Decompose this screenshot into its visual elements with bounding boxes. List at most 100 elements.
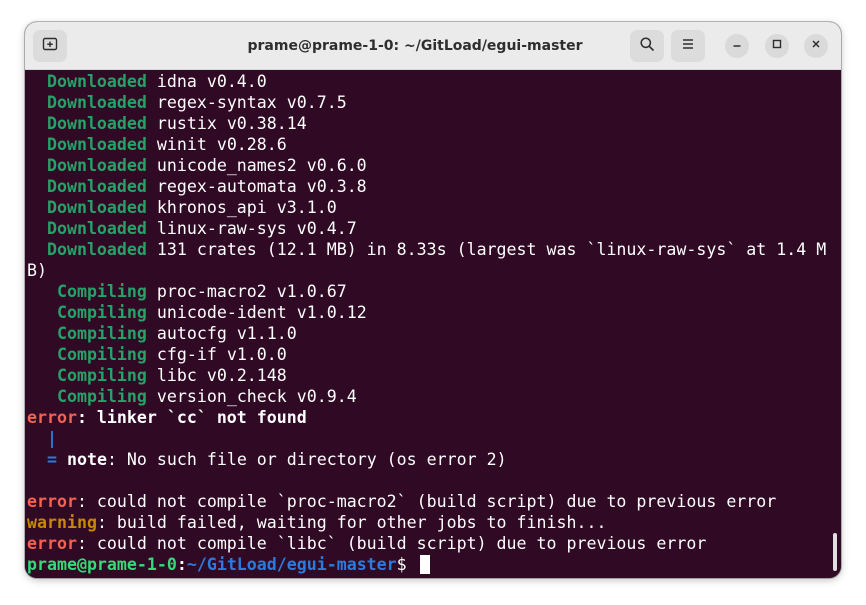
- terminal-text: Compiling: [56, 282, 147, 301]
- close-icon: [810, 37, 822, 55]
- scrollbar[interactable]: [833, 533, 837, 571]
- terminal-text: winit v0.28.6: [146, 135, 287, 154]
- prompt-path: ~/GitLoad/egui-master: [186, 555, 397, 574]
- search-icon: [639, 36, 655, 57]
- terminal-line: Compiling autocfg v1.1.0: [27, 323, 826, 344]
- terminal-text: Compiling: [56, 387, 147, 406]
- terminal-line: Downloaded regex-automata v0.3.8: [27, 176, 826, 197]
- terminal-text: : No such file or directory (os error 2): [106, 450, 507, 469]
- terminal-text: Compiling: [56, 303, 147, 322]
- terminal-line: Downloaded idna v0.4.0: [27, 71, 826, 92]
- terminal-line: = note: No such file or directory (os er…: [27, 449, 826, 470]
- terminal-text: Compiling: [56, 345, 147, 364]
- terminal-text: regex-syntax v0.7.5: [146, 93, 347, 112]
- terminal-text: error: [27, 492, 77, 511]
- terminal-line: Downloaded khronos_api v3.1.0: [27, 197, 826, 218]
- terminal-text: : could not compile `proc-macro2` (build…: [76, 492, 777, 511]
- terminal-line: error: could not compile `libc` (build s…: [27, 533, 826, 554]
- new-tab-icon: [42, 36, 58, 57]
- terminal-line: error: linker `cc` not found: [27, 407, 826, 428]
- hamburger-menu-icon: [680, 36, 696, 57]
- terminal-text: warning: [27, 513, 97, 532]
- terminal-text: error: [27, 408, 77, 427]
- maximize-icon: [771, 37, 783, 55]
- terminal-line: B): [27, 260, 826, 281]
- prompt-symbol: $: [396, 555, 417, 574]
- terminal-line: Compiling libc v0.2.148: [27, 365, 826, 386]
- terminal-text: unicode-ident v1.0.12: [146, 303, 367, 322]
- terminal-text: version_check v0.9.4: [146, 387, 357, 406]
- terminal-text: : could not compile `libc` (build script…: [76, 534, 707, 553]
- terminal-line: error: could not compile `proc-macro2` (…: [27, 491, 826, 512]
- terminal-text: Downloaded: [46, 72, 147, 91]
- search-button[interactable]: [630, 30, 664, 62]
- terminal-text: Downloaded: [46, 198, 147, 217]
- terminal-line: Downloaded unicode_names2 v0.6.0: [27, 155, 826, 176]
- terminal-line: warning: build failed, waiting for other…: [27, 512, 826, 533]
- terminal-text: error: [27, 534, 77, 553]
- terminal-text: Compiling: [56, 366, 147, 385]
- terminal-text: Downloaded: [46, 93, 147, 112]
- terminal-text: autocfg v1.1.0: [146, 324, 297, 343]
- terminal-text: cfg-if v1.0.0: [146, 345, 287, 364]
- title-bar[interactable]: prame@prame-1-0: ~/GitLoad/egui-master: [25, 22, 841, 70]
- minimize-icon: [731, 37, 743, 55]
- terminal-text: proc-macro2 v1.0.67: [146, 282, 347, 301]
- terminal-line: Compiling proc-macro2 v1.0.67: [27, 281, 826, 302]
- maximize-button[interactable]: [765, 34, 789, 58]
- terminal-text: Downloaded: [46, 240, 147, 259]
- terminal-text: Compiling: [56, 324, 147, 343]
- terminal-text: khronos_api v3.1.0: [146, 198, 337, 217]
- prompt-line: prame@prame-1-0:~/GitLoad/egui-master$: [27, 554, 826, 575]
- new-tab-button[interactable]: [33, 30, 67, 62]
- terminal-text: rustix v0.38.14: [146, 114, 307, 133]
- terminal-text: Downloaded: [46, 156, 147, 175]
- terminal-text: |: [46, 429, 57, 448]
- terminal-text: Downloaded: [46, 135, 147, 154]
- terminal-line: Downloaded linux-raw-sys v0.4.7: [27, 218, 826, 239]
- terminal-line: |: [27, 428, 826, 449]
- close-button[interactable]: [804, 34, 828, 58]
- terminal-lines: Downloaded idna v0.4.0 Downloaded regex-…: [27, 71, 826, 575]
- terminal-line: Downloaded regex-syntax v0.7.5: [27, 92, 826, 113]
- minimize-button[interactable]: [725, 34, 749, 58]
- prompt-user-host: prame@prame-1-0: [27, 555, 177, 574]
- terminal-text: idna v0.4.0: [146, 72, 267, 91]
- terminal-text: 131 crates (12.1 MB) in 8.33s (largest w…: [146, 240, 827, 259]
- terminal-text: unicode_names2 v0.6.0: [146, 156, 367, 175]
- terminal-line: Compiling cfg-if v1.0.0: [27, 344, 826, 365]
- terminal-text: libc v0.2.148: [146, 366, 287, 385]
- terminal-text: Downloaded: [46, 114, 147, 133]
- prompt-colon: :: [176, 555, 187, 574]
- terminal-text: : build failed, waiting for other jobs t…: [96, 513, 607, 532]
- terminal-text: Downloaded: [46, 219, 147, 238]
- terminal-line: Downloaded 131 crates (12.1 MB) in 8.33s…: [27, 239, 826, 260]
- terminal-text: regex-automata v0.3.8: [146, 177, 367, 196]
- terminal-text: Downloaded: [46, 177, 147, 196]
- terminal-text: : linker `cc` not found: [76, 408, 307, 427]
- terminal-line: Compiling version_check v0.9.4: [27, 386, 826, 407]
- terminal-line: Downloaded rustix v0.38.14: [27, 113, 826, 134]
- window-title: prame@prame-1-0: ~/GitLoad/egui-master: [247, 38, 583, 54]
- terminal-text: note: [66, 450, 107, 469]
- text-cursor: [419, 555, 430, 574]
- terminal-output[interactable]: Downloaded idna v0.4.0 Downloaded regex-…: [25, 70, 841, 578]
- menu-button[interactable]: [671, 30, 705, 62]
- terminal-text: B): [27, 261, 47, 280]
